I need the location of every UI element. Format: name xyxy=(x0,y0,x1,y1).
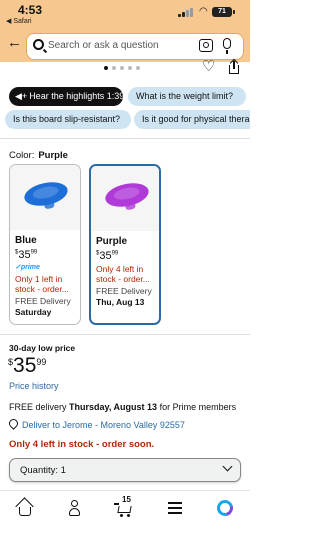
variant-delivery-date: Saturday xyxy=(15,307,52,317)
chip-label: Is it good for physical thera xyxy=(142,114,250,124)
search-input[interactable]: Search or ask a question xyxy=(27,34,243,59)
quantity-label: Quantity: 1 xyxy=(20,465,66,476)
search-placeholder: Search or ask a question xyxy=(48,40,159,51)
variant-name: Blue xyxy=(15,235,37,246)
divider xyxy=(0,138,250,139)
question-chip[interactable]: Is it good for physical thera xyxy=(134,110,250,129)
carousel-dot[interactable] xyxy=(120,66,124,70)
carousel-dot[interactable] xyxy=(104,66,108,70)
variant-card-blue[interactable]: Blue $3599 ✓prime Only 1 left in stock -… xyxy=(9,164,81,325)
wifi-icon: ◠ xyxy=(199,6,208,17)
carousel-dot[interactable] xyxy=(128,66,132,70)
variant-stock-line: stock - order... xyxy=(15,284,69,294)
cart-count: 15 xyxy=(122,495,131,504)
price-history-link[interactable]: Price history xyxy=(9,381,59,391)
camera-icon[interactable] xyxy=(199,39,213,52)
variant-stock-line: Only 1 left in xyxy=(15,274,63,284)
status-time: 4:53 xyxy=(18,3,43,17)
variant-delivery-date: Thu, Aug 13 xyxy=(96,297,145,307)
image-carousel-dots[interactable] xyxy=(104,66,140,70)
account-icon[interactable] xyxy=(66,499,84,517)
variant-price: $3599 xyxy=(96,250,119,262)
share-icon[interactable] xyxy=(229,58,239,74)
deliver-to-link[interactable]: Deliver to Jerome - Moreno Valley 92557 xyxy=(22,420,185,430)
location-pin-icon xyxy=(9,419,18,430)
variant-image xyxy=(91,166,159,231)
prime-badge: ✓prime xyxy=(15,264,40,271)
carousel-dot[interactable] xyxy=(112,66,116,70)
question-chip[interactable]: What is the weight limit? xyxy=(128,87,246,106)
balance-board-image xyxy=(22,178,70,210)
variant-card-purple[interactable]: Purple $3599 Only 4 left in stock - orde… xyxy=(89,164,161,325)
cart-icon[interactable]: 15 xyxy=(114,495,134,517)
signal-icon xyxy=(178,8,194,17)
balance-board-image xyxy=(103,179,151,211)
variant-delivery: FREE Delivery xyxy=(96,286,152,296)
chip-label: Is this board slip-resistant? xyxy=(13,114,121,124)
color-selection-label: Color: Purple xyxy=(9,150,68,161)
variant-price: $3599 xyxy=(15,249,38,261)
back-to-app-link[interactable]: ◀ Safari xyxy=(6,17,32,25)
color-value: Purple xyxy=(38,150,68,161)
home-icon[interactable] xyxy=(15,497,34,517)
chip-label: What is the weight limit? xyxy=(136,91,234,101)
hear-highlights-chip[interactable]: ◀+ Hear the highlights 1:39 xyxy=(9,87,123,106)
color-label: Color: xyxy=(9,150,35,161)
carousel-dot[interactable] xyxy=(136,66,140,70)
chip-label: Hear the highlights 1:39 xyxy=(29,91,123,101)
speaker-icon: ◀+ xyxy=(15,91,28,101)
battery-icon: 71 xyxy=(212,7,235,17)
wishlist-heart-icon[interactable]: ♡ xyxy=(202,59,215,74)
divider xyxy=(0,334,250,335)
main-price: $3599 xyxy=(8,354,47,377)
stock-notice: Only 4 left in stock - order soon. xyxy=(9,439,155,450)
variant-name: Purple xyxy=(96,236,128,247)
status-bar: 4:53 ◀ Safari ◠ 71 xyxy=(0,0,250,30)
menu-icon[interactable] xyxy=(166,499,184,517)
bottom-nav: 15 xyxy=(0,490,250,540)
variant-stock-line: stock - order... xyxy=(96,274,150,284)
quantity-dropdown[interactable]: Quantity: 1 xyxy=(9,458,241,482)
ai-assistant-icon[interactable] xyxy=(214,497,236,519)
price-badge: 30-day low price xyxy=(9,343,76,353)
delivery-info: FREE delivery Thursday, August 13 for Pr… xyxy=(9,402,237,412)
question-chip[interactable]: Is this board slip-resistant? xyxy=(5,110,131,129)
search-icon xyxy=(33,39,44,50)
variant-stock-line: Only 4 left in xyxy=(96,264,144,274)
variant-image xyxy=(10,165,80,230)
chevron-down-icon xyxy=(222,461,233,472)
back-arrow-icon[interactable]: ← xyxy=(7,34,22,51)
variant-delivery: FREE Delivery xyxy=(15,296,71,306)
microphone-icon[interactable] xyxy=(223,38,231,54)
